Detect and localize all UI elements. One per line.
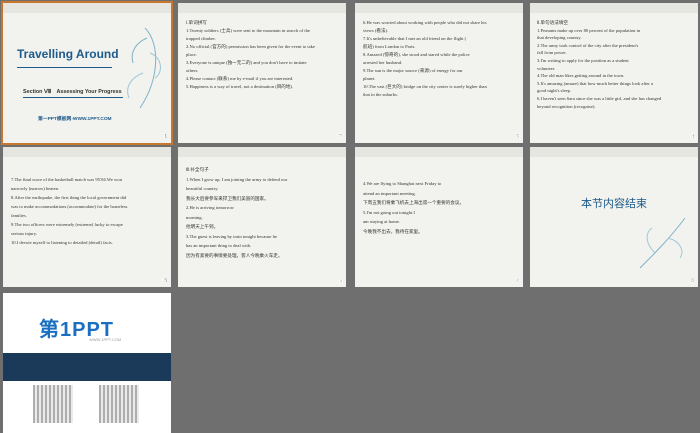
line-2: attend an important meeting. bbox=[363, 190, 416, 196]
line-6: 今晚我不出去，我待在家里。 bbox=[363, 228, 423, 234]
slide-number: 2 bbox=[339, 133, 343, 140]
slide-number: 5 bbox=[162, 278, 166, 285]
slide-thumbnail-2[interactable]: Ⅰ.单词拼写 1.Twenty soldiers (士兵) were sent … bbox=[178, 3, 346, 143]
line-2: narrowly (narrow) beaten. bbox=[11, 186, 60, 191]
slide-body: 7.The final score of the basketball matc… bbox=[11, 175, 127, 247]
end-text: 本节内容结束 bbox=[581, 197, 647, 210]
line-5: 8.Amazed (惊奇的), she stood and stared whi… bbox=[363, 52, 470, 57]
line-7: volunteer. bbox=[537, 65, 556, 71]
line-1: 4.We are flying to Shanghai next Friday … bbox=[363, 181, 442, 186]
slide-number: 7 bbox=[516, 278, 520, 285]
line-2: 1.Twenty soldiers (士兵) were sent to the … bbox=[186, 28, 310, 33]
line-3: beautiful country. bbox=[186, 186, 219, 191]
line-5: families. bbox=[11, 213, 27, 218]
line-5: fall from power. bbox=[537, 50, 567, 56]
slide-body: Ⅱ.单句语法填空 1.Peasants make up over 80 perc… bbox=[537, 19, 661, 110]
slide-header-bar bbox=[178, 3, 346, 13]
line-2: 1.When I grow up, I am joining the army … bbox=[186, 176, 288, 182]
line-7: 他明天上午到。 bbox=[186, 224, 219, 229]
line-9: 5.Happiness is a way of travel, not a de… bbox=[186, 84, 294, 89]
line-9: has an important thing to deal with. bbox=[186, 243, 252, 248]
slide-header-bar bbox=[3, 3, 171, 13]
info-banner bbox=[3, 353, 171, 381]
slide-header-bar bbox=[530, 147, 698, 157]
slide-number: 3 bbox=[516, 133, 520, 140]
line-12: beyond recognition (recognise). bbox=[537, 103, 596, 109]
line-5: am staying at home. bbox=[363, 219, 400, 224]
line-10: that in the suburbs. bbox=[363, 92, 398, 97]
line-4: 航班) from London to Paris. bbox=[363, 44, 416, 49]
line-9: 5.It's amazing (amaze) that how much bet… bbox=[537, 80, 654, 86]
subtitle-rule bbox=[23, 97, 123, 98]
line-9: 10.The vast (巨大的) bridge on the city cen… bbox=[363, 84, 487, 89]
line-6: arrested her husband. bbox=[363, 60, 403, 65]
line-3: trapped climber. bbox=[186, 36, 216, 41]
line-1: 7.The final score of the basketball matc… bbox=[11, 177, 122, 182]
line-2: 1.Peasants make up over 80 percent of th… bbox=[537, 27, 641, 33]
line-10: good night's sleep. bbox=[537, 88, 572, 94]
title-rule bbox=[17, 67, 112, 68]
slide-number: 6 bbox=[339, 278, 343, 285]
slide-thumbnail-9[interactable]: 第1PPT WWW.1PPT.COM bbox=[3, 293, 171, 433]
line-3: 下周五我们将乘飞机去上海出席一个重要的会议。 bbox=[363, 200, 465, 205]
brand-tagline: WWW.1PPT.COM bbox=[89, 337, 122, 342]
line-1: Ⅱ.单句语法填空 bbox=[537, 20, 568, 25]
line-8: 3.The guest is leaving by train tonight … bbox=[186, 233, 277, 239]
slide-header-bar bbox=[3, 147, 171, 157]
line-4: 我长大后要参军来捍卫我们美丽的国家。 bbox=[186, 195, 269, 201]
line-11: 6.I haven't seen Sara since she was a li… bbox=[537, 95, 662, 101]
slide-body: 6.He was worried about working with peop… bbox=[363, 19, 487, 99]
line-10: 因为有紧要的事情要处理，客人今晚乘火车走。 bbox=[186, 252, 283, 258]
line-2: views (看法). bbox=[363, 28, 389, 33]
slide-thumbnail-3[interactable]: 6.He was worried about working with peop… bbox=[355, 3, 523, 143]
line-5: place. bbox=[186, 52, 197, 57]
line-3: 8.After the earthquake, the first thing … bbox=[11, 195, 127, 200]
line-4: 2.No official (官方的) permission has been … bbox=[186, 44, 316, 49]
line-1: Ⅲ.补全句子 bbox=[186, 167, 209, 172]
slide-body: 4.We are flying to Shanghai next Friday … bbox=[363, 179, 464, 236]
slide-header-bar bbox=[178, 147, 346, 157]
slide-link: 第一PPT模板网-WWW.1PPT.COM bbox=[38, 117, 112, 122]
line-7: 9.The sun is the major source (来源) of en… bbox=[363, 68, 463, 73]
slide-subtitle: Section Ⅷ Assessing Your Progress bbox=[23, 89, 122, 95]
slide-header-bar bbox=[355, 147, 523, 157]
qr-panel-right bbox=[99, 385, 139, 423]
slide-body: Ⅰ.单词拼写 1.Twenty soldiers (士兵) were sent … bbox=[186, 19, 315, 91]
slide-number: 8 bbox=[690, 278, 694, 285]
slide-body: Ⅲ.补全句子 1.When I grow up, I am joining th… bbox=[186, 165, 287, 260]
slide-thumbnail-5[interactable]: 7.The final score of the basketball matc… bbox=[3, 147, 171, 287]
line-6: 9.The two officers were extremely (extre… bbox=[11, 222, 123, 227]
line-7: serious injury. bbox=[11, 231, 37, 236]
slide-number: 4 bbox=[690, 133, 694, 140]
line-8: 4.The old man likes getting around in th… bbox=[537, 73, 625, 79]
line-5: 2.He is arriving tomorrow bbox=[186, 205, 234, 210]
line-8: 4.Please contact (联系) me by e-mail if yo… bbox=[186, 76, 294, 81]
line-8: 10.I devote myself to listening to detai… bbox=[11, 240, 113, 245]
slide-thumbnail-4[interactable]: Ⅱ.单句语法填空 1.Peasants make up over 80 perc… bbox=[530, 3, 698, 143]
line-4: was to make accommodations (accommodate)… bbox=[11, 204, 128, 209]
slide-thumbnail-1[interactable]: Travelling Around Section Ⅷ Assessing Yo… bbox=[1, 1, 173, 145]
line-1: Ⅰ.单词拼写 bbox=[186, 20, 207, 25]
line-3: that developing country. bbox=[537, 35, 582, 41]
leaf-decoration-icon bbox=[127, 27, 161, 109]
slide-thumbnail-6[interactable]: Ⅲ.补全句子 1.When I grow up, I am joining th… bbox=[178, 147, 346, 287]
line-1: 6.He was worried about working with peop… bbox=[363, 20, 487, 25]
line-7: others. bbox=[186, 68, 199, 73]
line-4: 5.I'm not going out tonight.I bbox=[363, 209, 415, 215]
slide-number: 9 bbox=[162, 424, 166, 431]
line-6: 3.Everyone is unique (独一无二的) and you don… bbox=[186, 60, 307, 65]
line-3: 7.It's unbelievable that I met an old fr… bbox=[363, 36, 467, 41]
line-4: 2.The army took control of the city afte… bbox=[537, 42, 639, 48]
slide-header-bar bbox=[530, 3, 698, 13]
leaf-decoration-icon bbox=[639, 217, 686, 269]
slide-thumbnail-8[interactable]: 本节内容结束 8 bbox=[530, 147, 698, 287]
slide-number: 1 bbox=[162, 133, 166, 140]
line-6: morning. bbox=[186, 214, 203, 220]
line-8: planet. bbox=[363, 76, 376, 81]
slide-title: Travelling Around bbox=[17, 47, 119, 61]
line-6: 3.I'm writing to apply for the position … bbox=[537, 57, 629, 63]
slide-thumbnail-7[interactable]: 4.We are flying to Shanghai next Friday … bbox=[355, 147, 523, 287]
slide-header-bar bbox=[355, 3, 523, 13]
qr-panel-left bbox=[33, 385, 73, 423]
